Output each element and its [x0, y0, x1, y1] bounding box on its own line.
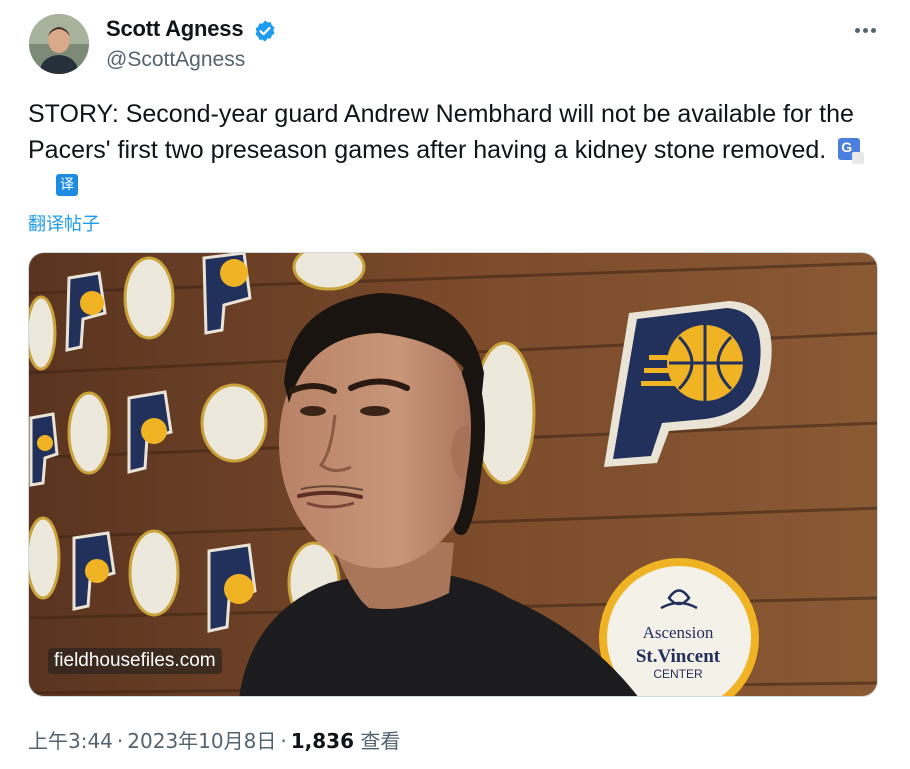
sign-line-1: Ascension: [643, 623, 714, 642]
tweet-date[interactable]: 2023年10月8日: [127, 729, 276, 753]
sign-line-2: St.Vincent: [636, 646, 721, 667]
author-name[interactable]: Scott Agness: [106, 16, 244, 42]
tweet-meta: 上午3:44 · 2023年10月8日 · 1,836 查看: [28, 725, 400, 754]
tweet-photo[interactable]: Ascension St.Vincent CENTER fieldhousefi…: [28, 252, 878, 697]
photo-watermark: fieldhousefiles.com: [48, 648, 222, 674]
verified-badge-icon: [253, 19, 277, 43]
more-options-icon[interactable]: [852, 18, 878, 42]
translate-post-link[interactable]: 翻译帖子: [28, 210, 100, 236]
author-handle[interactable]: @ScottAgness: [106, 48, 245, 72]
google-translate-icon[interactable]: [838, 138, 865, 165]
meta-separator: ·: [116, 729, 124, 753]
tweet-text-container: STORY: Second-year guard Andrew Nembhard…: [28, 96, 878, 204]
tweet-text: STORY: Second-year guard Andrew Nembhard…: [28, 100, 854, 164]
meta-separator: ·: [280, 729, 287, 753]
views-count: 1,836: [290, 729, 354, 753]
avatar[interactable]: [29, 14, 89, 74]
tweet-time[interactable]: 上午3:44: [28, 729, 113, 753]
sign-line-3: CENTER: [653, 667, 703, 681]
translate-icon[interactable]: 译: [56, 174, 78, 197]
views-label: 查看: [360, 729, 401, 753]
